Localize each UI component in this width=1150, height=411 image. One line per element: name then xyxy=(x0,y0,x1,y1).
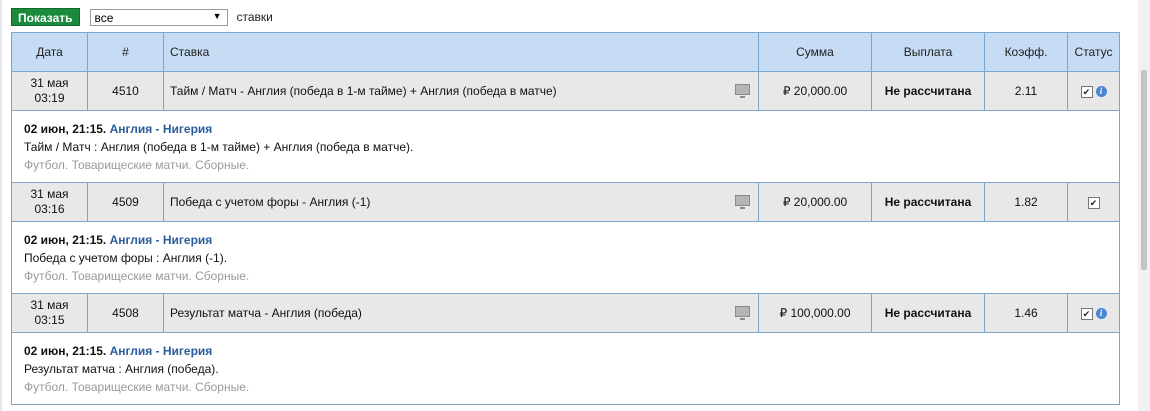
header-number[interactable]: # xyxy=(87,32,164,72)
scrollbar-thumb[interactable] xyxy=(1141,70,1147,270)
bet-row[interactable]: 31 мая 03:19 4510 Тайм / Матч - Англия (… xyxy=(11,71,1120,111)
bet-date-cell: 31 мая 03:15 xyxy=(11,293,88,333)
info-icon[interactable]: i xyxy=(1095,308,1107,320)
bet-payout: Не рассчитана xyxy=(871,71,985,111)
bet-date: 31 мая xyxy=(30,76,69,90)
bet-status-cell: ✔ xyxy=(1067,182,1120,222)
event-league: Футбол. Товарищеские матчи. Сборные. xyxy=(24,268,250,283)
bet-status-cell: ✔ i xyxy=(1067,71,1120,111)
bet-detail-cell: 02 июн, 21:15. Англия - Нигерия Победа с… xyxy=(11,221,1120,294)
tv-icon[interactable] xyxy=(735,84,750,98)
bet-amount: ₽ 20,000.00 xyxy=(758,71,872,111)
event-selection: Результат матча : Англия (победа). xyxy=(24,361,219,376)
header-odds[interactable]: Коэфф. xyxy=(984,32,1068,72)
event-datetime: 02 июн, 21:15. xyxy=(24,232,107,247)
info-icon[interactable]: i xyxy=(1095,86,1107,98)
bet-description-cell: Победа с учетом форы - Англия (-1) xyxy=(163,182,759,222)
bet-date-cell: 31 мая 03:19 xyxy=(11,71,88,111)
bet-number: 4510 xyxy=(87,71,164,111)
bet-detail-cell: 02 июн, 21:15. Англия - Нигерия Тайм / М… xyxy=(11,110,1120,183)
bet-amount: ₽ 20,000.00 xyxy=(758,182,872,222)
bet-description-cell: Результат матча - Англия (победа) xyxy=(163,293,759,333)
event-match-link[interactable]: Англия - Нигерия xyxy=(110,344,213,358)
header-payout[interactable]: Выплата xyxy=(871,32,985,72)
filter-label: ставки xyxy=(236,10,273,24)
event-selection: Тайм / Матч : Англия (победа в 1-м тайме… xyxy=(24,139,414,154)
bet-odds: 1.82 xyxy=(984,182,1068,222)
event-header: 02 июн, 21:15. Англия - Нигерия xyxy=(24,231,1107,249)
event-header: 02 июн, 21:15. Англия - Нигерия xyxy=(24,342,1107,360)
bet-date: 31 мая xyxy=(30,298,69,312)
header-bet[interactable]: Ставка xyxy=(163,32,759,72)
event-header: 02 июн, 21:15. Англия - Нигерия xyxy=(24,120,1107,138)
bet-time: 03:19 xyxy=(34,91,65,105)
checkbox-icon[interactable]: ✔ xyxy=(1087,196,1100,209)
checkbox-icon[interactable]: ✔ xyxy=(1080,85,1093,98)
bet-detail-row: 02 июн, 21:15. Англия - Нигерия Результа… xyxy=(11,332,1120,405)
header-status[interactable]: Статус xyxy=(1067,32,1120,72)
header-amount[interactable]: Сумма xyxy=(758,32,872,72)
tv-icon[interactable] xyxy=(735,195,750,209)
bet-time: 03:15 xyxy=(34,313,65,327)
bet-detail-row: 02 июн, 21:15. Англия - Нигерия Тайм / М… xyxy=(11,110,1120,183)
bet-date: 31 мая xyxy=(30,187,69,201)
bet-row[interactable]: 31 мая 03:15 4508 Результат матча - Англ… xyxy=(11,293,1120,333)
bet-description: Тайм / Матч - Англия (победа в 1-м тайме… xyxy=(170,84,557,98)
bet-detail-row: 02 июн, 21:15. Англия - Нигерия Победа с… xyxy=(11,221,1120,294)
bets-filter-select[interactable]: все ▼ xyxy=(89,8,228,26)
bet-number: 4509 xyxy=(87,182,164,222)
header-date[interactable]: Дата xyxy=(11,32,88,72)
event-selection: Победа с учетом форы : Англия (-1). xyxy=(24,250,228,265)
bets-table: Дата # Ставка Сумма Выплата Коэфф. Стату… xyxy=(11,32,1120,405)
table-header-row: Дата # Ставка Сумма Выплата Коэфф. Стату… xyxy=(11,32,1120,72)
bet-number: 4508 xyxy=(87,293,164,333)
event-league: Футбол. Товарищеские матчи. Сборные. xyxy=(24,379,250,394)
bet-time: 03:16 xyxy=(34,202,65,216)
bet-payout: Не рассчитана xyxy=(871,293,985,333)
bet-description: Победа с учетом форы - Англия (-1) xyxy=(170,195,371,209)
bet-description: Результат матча - Англия (победа) xyxy=(170,306,362,320)
event-match-link[interactable]: Англия - Нигерия xyxy=(110,233,213,247)
page-left-edge xyxy=(0,0,2,411)
tv-icon[interactable] xyxy=(735,306,750,320)
bet-odds: 1.46 xyxy=(984,293,1068,333)
vertical-scrollbar[interactable] xyxy=(1138,0,1150,411)
event-match-link[interactable]: Англия - Нигерия xyxy=(110,122,213,136)
bet-payout: Не рассчитана xyxy=(871,182,985,222)
checkbox-icon[interactable]: ✔ xyxy=(1080,307,1093,320)
bet-odds: 2.11 xyxy=(984,71,1068,111)
filter-toolbar: Показать все ▼ ставки xyxy=(11,7,273,27)
bet-amount: ₽ 100,000.00 xyxy=(758,293,872,333)
filter-selected-value: все xyxy=(94,10,114,25)
event-datetime: 02 июн, 21:15. xyxy=(24,343,107,358)
dropdown-arrow-icon: ▼ xyxy=(212,10,222,21)
event-datetime: 02 июн, 21:15. xyxy=(24,121,107,136)
bet-status-cell: ✔ i xyxy=(1067,293,1120,333)
bet-row[interactable]: 31 мая 03:16 4509 Победа с учетом форы -… xyxy=(11,182,1120,222)
bet-description-cell: Тайм / Матч - Англия (победа в 1-м тайме… xyxy=(163,71,759,111)
show-button[interactable]: Показать xyxy=(11,8,80,26)
bet-detail-cell: 02 июн, 21:15. Англия - Нигерия Результа… xyxy=(11,332,1120,405)
bet-date-cell: 31 мая 03:16 xyxy=(11,182,88,222)
event-league: Футбол. Товарищеские матчи. Сборные. xyxy=(24,157,250,172)
